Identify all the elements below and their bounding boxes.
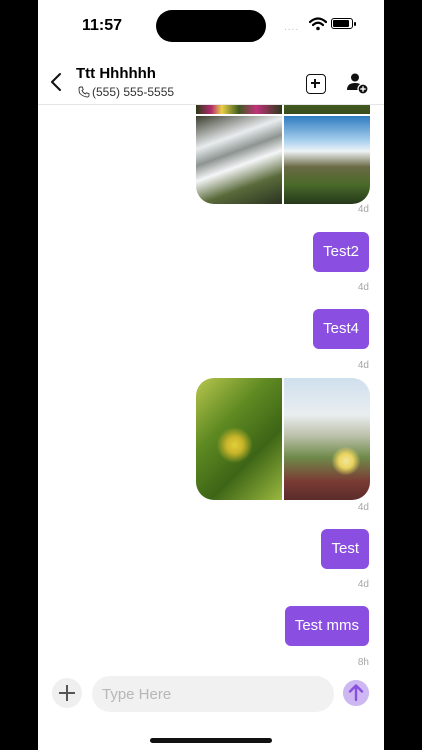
mms-photo-grid[interactable]	[196, 378, 370, 500]
message-timestamp: 4d	[357, 502, 369, 513]
photo-thumbnail[interactable]	[196, 378, 282, 500]
phone-icon	[78, 86, 90, 98]
message-timestamp: 4d	[357, 282, 369, 293]
message-bubble[interactable]: Test	[321, 529, 369, 569]
signal-dots-icon: ....	[284, 22, 300, 33]
photo-thumbnail[interactable]	[284, 116, 370, 204]
conversation-header: Ttt Hhhhhh (555) 555-5555	[38, 52, 384, 105]
message-bubble[interactable]: Test4	[313, 309, 369, 349]
mms-photo-grid[interactable]	[196, 104, 370, 204]
photo-thumbnail[interactable]	[196, 104, 282, 114]
message-timestamp: 4d	[357, 204, 369, 215]
message-input[interactable]	[92, 676, 334, 712]
message-timestamp: 4d	[357, 579, 369, 590]
home-indicator	[150, 738, 272, 743]
person-add-icon[interactable]	[345, 71, 369, 95]
chevron-left-icon[interactable]	[48, 72, 66, 92]
photo-thumbnail[interactable]	[284, 104, 370, 114]
arrow-up-icon[interactable]	[343, 680, 369, 706]
message-composer	[38, 674, 384, 714]
message-bubble[interactable]: Test2	[313, 232, 369, 272]
contact-phone: (555) 555-5555	[92, 85, 175, 99]
phone-screen: 11:57 .... Ttt Hhhhhh (555) 555-5555 4d …	[38, 0, 384, 750]
plus-icon[interactable]	[52, 678, 82, 708]
status-time: 11:57	[82, 17, 123, 34]
wifi-icon	[309, 17, 327, 31]
battery-icon	[331, 18, 356, 29]
message-timestamp: 8h	[357, 657, 369, 668]
status-bar: 11:57 ....	[38, 0, 384, 52]
message-list[interactable]: 4d Test2 4d Test4 4d 4d Test 4d Test mms…	[38, 104, 384, 670]
message-bubble[interactable]: Test mms	[284, 606, 369, 646]
plus-square-icon[interactable]	[306, 74, 326, 94]
photo-thumbnail[interactable]	[284, 378, 370, 500]
photo-thumbnail[interactable]	[196, 116, 282, 204]
contact-name: Ttt Hhhhhh	[76, 65, 156, 82]
dynamic-island	[156, 10, 266, 42]
message-timestamp: 4d	[357, 360, 369, 371]
